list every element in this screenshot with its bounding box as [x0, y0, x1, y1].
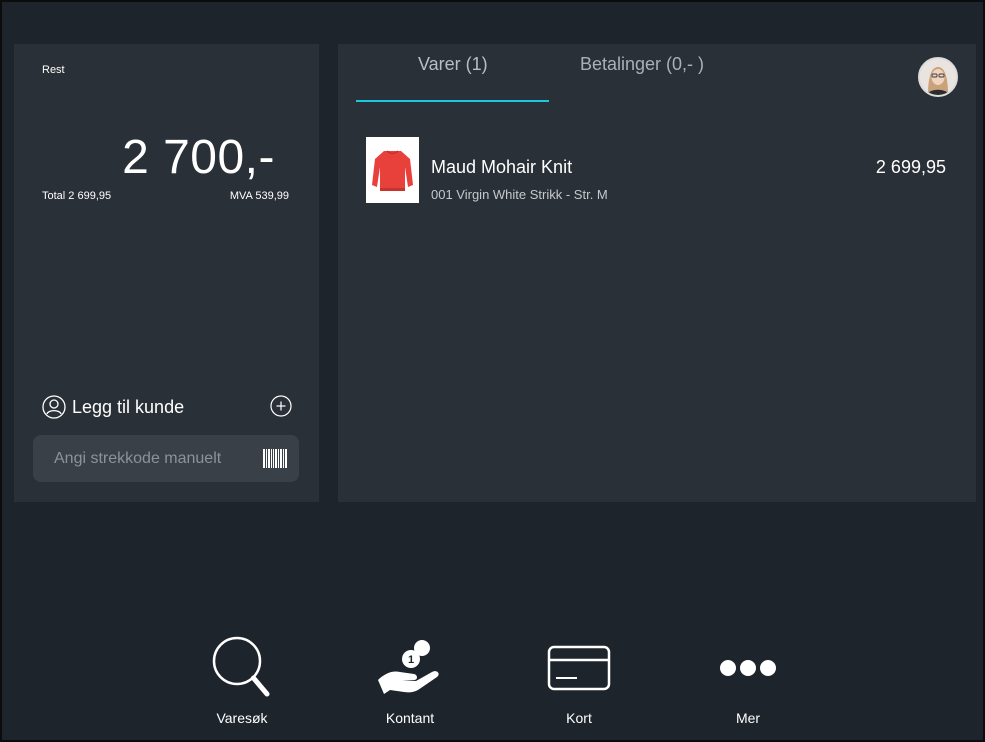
mva-amount: MVA 539,99 [229, 190, 289, 202]
tab-payments[interactable]: Betalinger (0,- ) [580, 54, 704, 75]
total-amount: Total 2 699,95 [42, 190, 112, 202]
product-price: 2 699,95 [875, 157, 946, 177]
barcode-input-container[interactable] [33, 435, 299, 482]
barcode-icon[interactable] [263, 449, 287, 468]
product-name: Maud Mohair Knit [431, 157, 573, 177]
cash-button[interactable]: 1 Kontant [350, 634, 470, 734]
sweater-image [366, 137, 419, 203]
more-dots-icon [720, 660, 776, 676]
search-icon [212, 636, 270, 697]
barcode-input[interactable] [54, 449, 244, 468]
app-window: Rest 2 700,- Total 2 699,95 MVA 539,99 L… [0, 0, 985, 742]
user-avatar[interactable] [918, 57, 958, 97]
active-tab-indicator [356, 100, 549, 102]
cart-item-row[interactable]: Maud Mohair Knit 001 Virgin White Strikk… [366, 137, 948, 203]
rest-amount: 2 700,- [122, 131, 275, 184]
card-button[interactable]: Kort [519, 634, 639, 734]
summary-panel: Rest 2 700,- Total 2 699,95 MVA 539,99 L… [14, 44, 319, 502]
product-variant: 001 Virgin White Strikk - Str. M [431, 187, 608, 202]
rest-label: Rest [42, 64, 65, 76]
product-search-label: Varesøk [216, 710, 268, 726]
product-thumbnail [366, 137, 419, 203]
product-search-button[interactable]: Varesøk [182, 634, 302, 734]
credit-card-icon [547, 645, 611, 691]
add-customer-label: Legg til kunde [72, 396, 185, 417]
more-label: Mer [735, 710, 761, 726]
avatar-image [920, 59, 956, 95]
more-button[interactable]: Mer [688, 634, 808, 734]
cash-label: Kontant [385, 710, 435, 726]
tab-items[interactable]: Varer (1) [418, 54, 488, 75]
cart-panel: Varer (1) Betalinger (0,- ) Maud Mohair … [338, 44, 976, 502]
plus-circle-icon[interactable] [270, 395, 292, 417]
svg-text:1: 1 [408, 654, 414, 666]
add-customer-button[interactable]: Legg til kunde [42, 394, 292, 420]
user-outline-icon [42, 395, 66, 419]
cash-hand-icon: 1 [378, 640, 439, 694]
card-label: Kort [566, 710, 592, 726]
